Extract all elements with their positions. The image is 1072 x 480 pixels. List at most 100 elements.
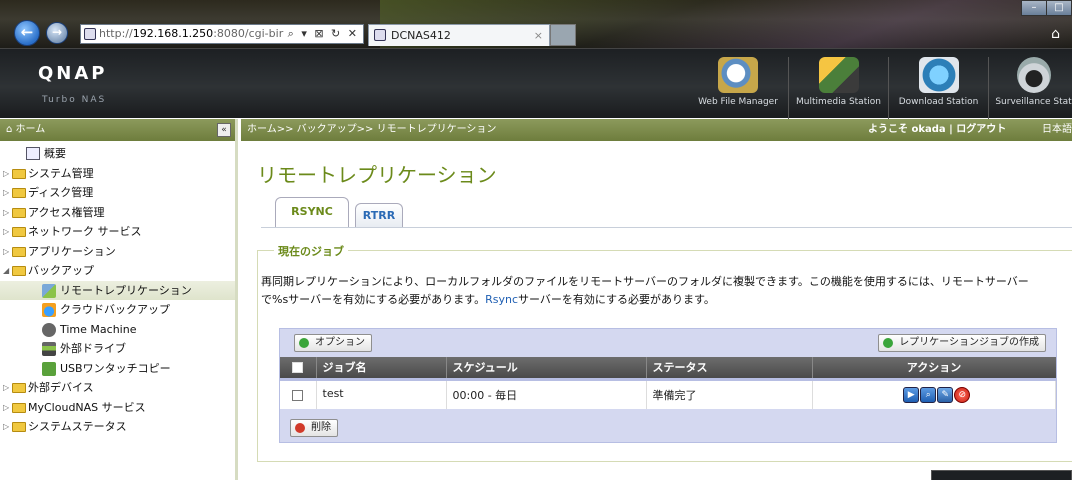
sidebar-item-time-machine[interactable]: Time Machine: [0, 320, 235, 340]
folder-open-icon: [12, 266, 26, 276]
apple-icon: [42, 322, 56, 337]
tab-divider: [261, 227, 1072, 228]
language-selector[interactable]: 日本語: [1042, 119, 1072, 141]
sidebar-item-disk-management[interactable]: ▷ ディスク管理: [0, 183, 235, 203]
collapse-arrow-icon[interactable]: ◢: [3, 261, 9, 281]
forward-button[interactable]: →: [46, 22, 68, 44]
edit-job-icon[interactable]: ✎: [937, 386, 954, 403]
sidebar-item-label: USBワンタッチコピー: [60, 361, 171, 375]
column-header-job-name[interactable]: ジョブ名: [316, 357, 447, 381]
create-job-button[interactable]: レプリケーションジョブの作成: [878, 334, 1046, 352]
expand-arrow-icon[interactable]: ▷: [3, 242, 9, 262]
browser-tab[interactable]: DCNAS412 ×: [368, 24, 550, 46]
sidebar-item-system-admin[interactable]: ▷ システム管理: [0, 164, 235, 184]
station-surveillance[interactable]: Surveillance Stat: [988, 57, 1072, 119]
external-drive-icon: [42, 342, 56, 356]
sidebar-item-label: バックアップ: [28, 264, 94, 277]
expand-arrow-icon[interactable]: ▷: [3, 183, 9, 203]
station-multimedia[interactable]: Multimedia Station: [788, 57, 888, 119]
row-checkbox[interactable]: [292, 390, 304, 401]
folder-icon: [12, 422, 26, 432]
sidebar-item-overview[interactable]: 概要: [0, 144, 235, 164]
tab-rsync[interactable]: RSYNC: [275, 197, 349, 227]
jobs-legend: 現在のジョブ: [274, 243, 348, 259]
welcome-logout-link[interactable]: ようこそ okada | ログアウト: [868, 119, 1006, 141]
sidebar-item-external-devices[interactable]: ▷ 外部デバイス: [0, 378, 235, 398]
status-cell: 準備完了: [646, 379, 813, 409]
schedule-cell: 00:00 - 毎日: [446, 379, 647, 409]
nas-header: QNAP Turbo NAS Web File Manager Multimed…: [0, 48, 1072, 119]
view-log-icon[interactable]: ⌕: [920, 386, 937, 403]
tab-rtrr[interactable]: RTRR: [355, 203, 403, 227]
maximize-icon[interactable]: □: [1046, 0, 1072, 16]
site-favicon-icon: [84, 28, 96, 40]
nav-tree: 概要 ▷ システム管理 ▷ ディスク管理 ▷ アクセス権管理 ▷ ネットワーク …: [0, 141, 235, 437]
sidebar-item-system-status[interactable]: ▷ システムステータス: [0, 417, 235, 437]
sidebar-item-label: リモートレプリケーション: [60, 283, 192, 297]
sidebar-item-label: Time Machine: [60, 322, 137, 336]
rsync-link[interactable]: Rsync: [485, 293, 518, 306]
cloud-backup-icon: [42, 303, 56, 317]
multimedia-station-icon: [818, 57, 859, 93]
folder-icon: [12, 188, 26, 198]
expand-arrow-icon[interactable]: ▷: [3, 417, 9, 437]
jobs-grid: オプション レプリケーションジョブの作成 ジョブ名 スケジュール ステータス ア…: [279, 328, 1057, 443]
station-label: Download Station: [898, 97, 979, 107]
description-part2: サーバーを有効にする必要があります。: [518, 293, 715, 306]
delete-job-icon[interactable]: ⊘: [954, 386, 971, 403]
sidebar-item-backup[interactable]: ◢ バックアップ: [0, 261, 235, 281]
column-header-status[interactable]: ステータス: [646, 357, 813, 381]
sidebar-item-label: アプリケーション: [28, 244, 116, 258]
table-row[interactable]: test 00:00 - 毎日 準備完了 ▶ ⌕ ✎ ⊘: [280, 379, 1056, 409]
address-bar[interactable]: http://192.168.1.250:8080/cgi-bir ⌕ ▾ ⊠ …: [80, 24, 364, 44]
expand-arrow-icon[interactable]: ▷: [3, 222, 9, 242]
run-job-icon[interactable]: ▶: [903, 386, 920, 403]
expand-arrow-icon[interactable]: ▷: [3, 378, 9, 398]
sidebar-item-label: 外部デバイス: [28, 381, 94, 394]
tab-favicon-icon: [374, 29, 386, 41]
options-button[interactable]: オプション: [294, 334, 372, 352]
sidebar-item-label: アクセス権管理: [28, 205, 105, 219]
sidebar-item-usb-copy[interactable]: USBワンタッチコピー: [0, 359, 235, 379]
delete-button[interactable]: 削除: [290, 419, 338, 437]
folder-icon: [12, 168, 26, 179]
sidebar-item-applications[interactable]: ▷ アプリケーション: [0, 242, 235, 262]
sidebar-item-label: 概要: [44, 147, 66, 160]
add-icon: [883, 338, 894, 348]
sidebar-item-label: クラウドバックアップ: [60, 303, 170, 316]
collapse-sidebar-icon[interactable]: «: [217, 123, 231, 137]
breadcrumb[interactable]: ホーム>> バックアップ>> リモートレプリケーション: [247, 124, 496, 135]
sidebar-item-remote-replication[interactable]: リモートレプリケーション: [0, 280, 235, 300]
station-download[interactable]: Download Station: [888, 57, 988, 119]
station-web-file-manager[interactable]: Web File Manager: [688, 57, 788, 119]
station-label: Surveillance Stat: [995, 97, 1072, 107]
window-controls: – □: [1021, 0, 1072, 16]
overview-icon: [26, 147, 40, 160]
sidebar-item-label: システム管理: [28, 166, 94, 180]
sidebar-item-external-drive[interactable]: 外部ドライブ: [0, 339, 235, 359]
back-button[interactable]: ←: [14, 20, 40, 46]
new-tab-button[interactable]: [550, 24, 576, 46]
expand-arrow-icon[interactable]: ▷: [3, 398, 9, 418]
select-all-checkbox[interactable]: [292, 362, 304, 374]
sidebar-item-cloud-backup[interactable]: クラウドバックアップ: [0, 300, 235, 320]
sidebar-item-mycloudnas[interactable]: ▷ MyCloudNAS サービス: [0, 398, 235, 418]
address-controls[interactable]: ⌕ ▾ ⊠ ↻ ✕: [288, 25, 359, 43]
home-small-icon: ⌂: [6, 124, 13, 135]
expand-arrow-icon[interactable]: ▷: [3, 203, 9, 223]
home-icon[interactable]: ⌂: [1051, 26, 1060, 42]
download-station-icon: [918, 57, 959, 93]
folder-icon: [12, 207, 26, 218]
brand-subtitle: Turbo NAS: [42, 95, 107, 105]
sidebar-item-label: 外部ドライブ: [60, 342, 126, 355]
row-select-cell: [280, 379, 317, 409]
sidebar-item-network-services[interactable]: ▷ ネットワーク サービス: [0, 222, 235, 242]
tab-close-icon[interactable]: ×: [534, 25, 543, 46]
minimize-icon[interactable]: –: [1021, 0, 1047, 16]
folder-icon: [12, 246, 26, 257]
column-header-schedule[interactable]: スケジュール: [446, 357, 647, 381]
sidebar-item-access-rights[interactable]: ▷ アクセス権管理: [0, 203, 235, 223]
description-text: 再同期レプリケーションにより、ローカルフォルダのファイルをリモートサーバーのフォ…: [261, 273, 1051, 309]
sidebar-header: ⌂ ホーム «: [0, 119, 235, 141]
expand-arrow-icon[interactable]: ▷: [3, 164, 9, 184]
